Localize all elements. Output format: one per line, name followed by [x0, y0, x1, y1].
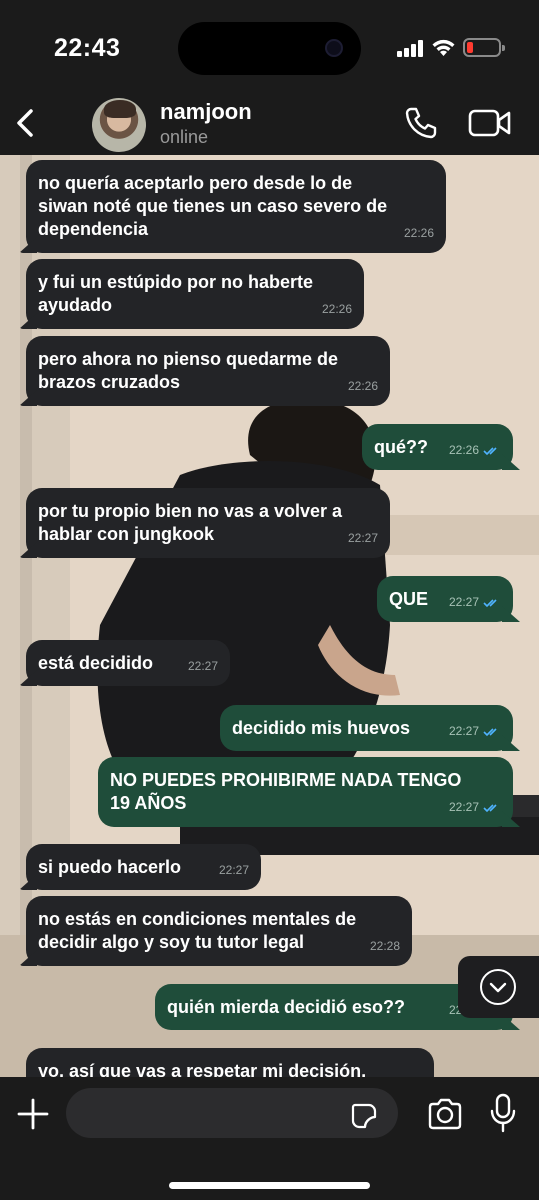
chevron-down-icon — [480, 969, 516, 1005]
message-time: 22:27 — [347, 531, 378, 545]
dynamic-island — [178, 22, 361, 75]
message-bubble-incoming[interactable]: yo, así que vas a respetar mi decisión, — [26, 1048, 434, 1077]
battery-icon — [463, 38, 505, 57]
scroll-to-bottom-button[interactable] — [458, 956, 539, 1018]
message-bubble-outgoing[interactable]: qué?? 22:26 — [362, 424, 513, 470]
message-bubble-incoming[interactable]: está decidido 22:27 — [26, 640, 230, 686]
read-ticks-icon — [483, 727, 497, 736]
message-time: 22:26 — [448, 443, 479, 457]
message-time: 22:26 — [347, 379, 378, 393]
read-ticks-icon — [483, 446, 497, 455]
phone-icon[interactable] — [403, 105, 439, 141]
message-input[interactable] — [66, 1088, 398, 1138]
message-text: pero ahora no pienso quedarme de brazos … — [38, 349, 339, 392]
input-bar — [0, 1077, 539, 1200]
message-time: 22:27 — [448, 724, 479, 738]
plus-icon[interactable] — [16, 1097, 50, 1131]
home-indicator — [169, 1182, 370, 1189]
message-bubble-outgoing[interactable]: QUE 22:27 — [377, 576, 513, 622]
message-bubble-incoming[interactable]: por tu propio bien no vas a volver a hab… — [26, 488, 390, 558]
message-text: no estás en condiciones mentales de deci… — [38, 909, 357, 952]
message-time: 22:26 — [403, 226, 434, 240]
camera-icon[interactable] — [427, 1098, 463, 1130]
microphone-icon[interactable] — [490, 1093, 516, 1133]
status-time: 22:43 — [54, 34, 121, 62]
message-text: yo, así que vas a respetar mi decisión, — [38, 1061, 367, 1077]
chat-header: namjoon online — [0, 95, 539, 155]
message-text: si puedo hacerlo — [38, 857, 182, 877]
cellular-signal-icon — [397, 40, 425, 57]
chevron-left-icon[interactable] — [10, 103, 40, 143]
message-time: 22:27 — [187, 659, 218, 673]
status-bar: 22:43 — [0, 0, 539, 95]
read-ticks-icon — [483, 803, 497, 812]
wifi-icon — [432, 39, 455, 56]
contact-status: online — [160, 127, 209, 147]
message-text: NO PUEDES PROHIBIRME NADA TENGO 19 AÑOS — [110, 770, 462, 813]
avatar[interactable] — [92, 98, 146, 152]
message-text: por tu propio bien no vas a volver a hab… — [38, 501, 343, 544]
message-time: 22:28 — [369, 939, 400, 953]
message-bubble-outgoing[interactable]: decidido mis huevos 22:27 — [220, 705, 513, 751]
video-camera-icon[interactable] — [468, 107, 512, 139]
read-ticks-icon — [483, 598, 497, 607]
chat-area[interactable]: no quería aceptarlo pero desde lo de siw… — [0, 155, 539, 1077]
message-bubble-incoming[interactable]: pero ahora no pienso quedarme de brazos … — [26, 336, 390, 406]
sticker-icon[interactable] — [350, 1102, 378, 1130]
message-bubble-incoming[interactable]: no estás en condiciones mentales de deci… — [26, 896, 412, 966]
message-text: y fui un estúpido por no haberte ayudado — [38, 272, 314, 315]
message-time: 22:27 — [448, 595, 479, 609]
message-text: no quería aceptarlo pero desde lo de siw… — [38, 173, 388, 239]
message-time: 22:26 — [321, 302, 352, 316]
contact-name[interactable]: namjoon — [160, 99, 252, 125]
message-bubble-incoming[interactable]: y fui un estúpido por no haberte ayudado… — [26, 259, 364, 329]
message-bubble-incoming[interactable]: no quería aceptarlo pero desde lo de siw… — [26, 160, 446, 253]
message-time: 22:27 — [448, 800, 479, 814]
message-bubble-outgoing[interactable]: NO PUEDES PROHIBIRME NADA TENGO 19 AÑOS … — [98, 757, 513, 827]
message-time: 22:27 — [218, 863, 249, 877]
message-bubble-incoming[interactable]: si puedo hacerlo 22:27 — [26, 844, 261, 890]
